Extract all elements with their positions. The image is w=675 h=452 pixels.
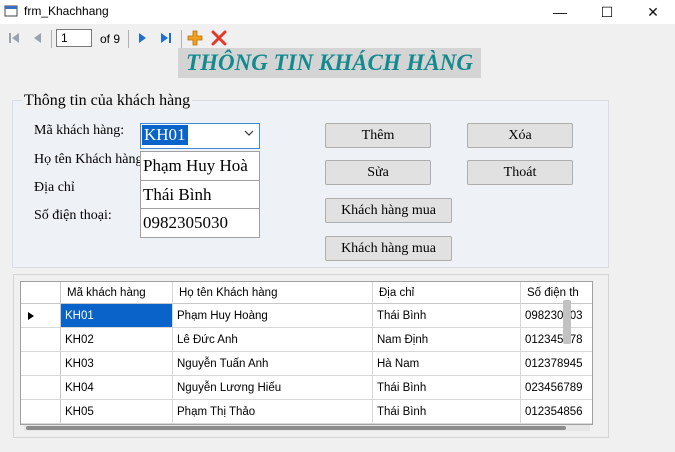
grid-corner bbox=[21, 282, 61, 304]
move-previous-icon[interactable] bbox=[30, 30, 46, 46]
table-cell[interactable]: Thái Bình bbox=[373, 304, 521, 328]
toolbar-separator bbox=[51, 30, 52, 48]
row-header[interactable] bbox=[21, 352, 61, 376]
maximize-button[interactable]: ☐ bbox=[584, 0, 630, 24]
chevron-down-icon[interactable] bbox=[244, 128, 254, 140]
customer-name-field[interactable]: Phạm Huy Hoà bbox=[140, 151, 260, 181]
column-header-address[interactable]: Địa chỉ bbox=[373, 282, 521, 304]
phone-field[interactable]: 0982305030 bbox=[140, 208, 260, 238]
minimize-button[interactable]: — bbox=[537, 0, 583, 24]
customer-id-value: KH01 bbox=[142, 125, 188, 145]
table-cell[interactable]: Nam Định bbox=[373, 328, 521, 352]
table-cell[interactable]: Thái Bình bbox=[373, 400, 521, 424]
group-title: Thông tin của khách hàng bbox=[22, 92, 193, 110]
table-cell[interactable]: 012345678 bbox=[521, 328, 592, 352]
address-field[interactable]: Thái Bình bbox=[140, 180, 260, 210]
column-header-id[interactable]: Mã khách hàng bbox=[61, 282, 173, 304]
add-button[interactable]: Thêm bbox=[325, 123, 431, 148]
current-row-icon bbox=[28, 312, 34, 320]
edit-button[interactable]: Sửa bbox=[325, 160, 431, 185]
table-cell[interactable]: Nguyễn Tuấn Anh bbox=[173, 352, 373, 376]
close-button[interactable]: ✕ bbox=[630, 0, 675, 24]
table-cell[interactable]: KH04 bbox=[61, 376, 173, 400]
table-cell[interactable]: Hà Nam bbox=[373, 352, 521, 376]
customer-purchases-button[interactable]: Khách hàng mua bbox=[325, 198, 452, 223]
customer-purchases-button-2[interactable]: Khách hàng mua bbox=[325, 236, 452, 261]
customer-id-label: Mã khách hàng: bbox=[34, 123, 125, 138]
window-title: frm_Khachhang bbox=[24, 4, 109, 18]
table-cell[interactable]: 012378945 bbox=[521, 352, 592, 376]
row-header[interactable] bbox=[21, 328, 61, 352]
move-next-icon[interactable] bbox=[134, 30, 150, 46]
vertical-scrollbar[interactable] bbox=[563, 300, 571, 344]
move-last-icon[interactable] bbox=[158, 30, 174, 46]
address-label: Địa chỉ bbox=[34, 180, 75, 195]
table-cell[interactable]: 098230503 bbox=[521, 304, 592, 328]
column-header-name[interactable]: Họ tên Khách hàng bbox=[173, 282, 373, 304]
column-header-phone[interactable]: Số điện th bbox=[521, 282, 592, 304]
page-title: THÔNG TIN KHÁCH HÀNG bbox=[178, 48, 481, 78]
table-cell[interactable]: Phạm Thị Thảo bbox=[173, 400, 373, 424]
table-cell[interactable]: 012354856 bbox=[521, 400, 592, 424]
delete-icon[interactable] bbox=[211, 30, 227, 46]
table-cell[interactable]: KH02 bbox=[61, 328, 173, 352]
exit-button[interactable]: Thoát bbox=[467, 160, 573, 185]
table-cell[interactable]: Thái Bình bbox=[373, 376, 521, 400]
horizontal-scroll-thumb[interactable] bbox=[26, 426, 566, 430]
table-cell[interactable]: Phạm Huy Hoàng bbox=[173, 304, 373, 328]
move-first-icon[interactable] bbox=[6, 30, 22, 46]
row-header[interactable] bbox=[21, 376, 61, 400]
phone-label: Số điện thoại: bbox=[34, 208, 112, 223]
row-header[interactable] bbox=[21, 304, 61, 328]
table-cell[interactable]: KH05 bbox=[61, 400, 173, 424]
customer-grid[interactable]: Mã khách hàng Họ tên Khách hàng Địa chỉ … bbox=[20, 281, 593, 425]
customer-name-label: Họ tên Khách hàng: bbox=[34, 152, 147, 167]
row-header[interactable] bbox=[21, 400, 61, 424]
delete-button[interactable]: Xóa bbox=[467, 123, 573, 148]
close-icon: ✕ bbox=[647, 3, 659, 20]
count-label: of 9 bbox=[100, 32, 121, 46]
position-input[interactable]: 1 bbox=[56, 29, 92, 47]
minimize-icon: — bbox=[553, 4, 567, 20]
table-cell[interactable]: Lê Đức Anh bbox=[173, 328, 373, 352]
maximize-icon: ☐ bbox=[600, 3, 614, 20]
add-new-icon[interactable] bbox=[187, 30, 203, 46]
toolbar-separator bbox=[181, 30, 182, 48]
table-cell[interactable]: 023456789 bbox=[521, 376, 592, 400]
table-cell[interactable]: KH03 bbox=[61, 352, 173, 376]
toolbar-separator bbox=[128, 30, 129, 48]
table-cell[interactable]: KH01 bbox=[61, 304, 173, 328]
table-cell[interactable]: Nguyễn Lương Hiếu bbox=[173, 376, 373, 400]
app-icon bbox=[4, 5, 18, 17]
